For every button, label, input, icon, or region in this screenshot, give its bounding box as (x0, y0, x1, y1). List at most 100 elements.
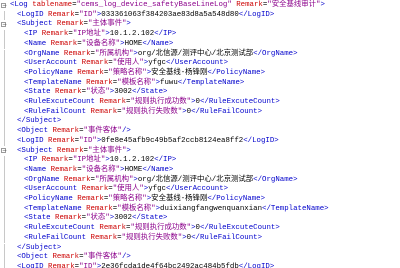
fold-guide-line (4, 68, 5, 79)
xml-tag: <RuleFailCount (24, 233, 91, 242)
xml-tag: </OrgName> (253, 49, 298, 58)
xml-tag: </LogID> (238, 10, 275, 19)
code-text[interactable]: <TemplateName Remark="模板名称">duixiangfang… (24, 205, 329, 215)
code-text[interactable]: <Log tablename="cems_log_device_safetyBa… (10, 1, 325, 11)
code-text[interactable]: <State Remark="状态">3002</State> (24, 214, 167, 224)
xml-attribute-value: "设备名称" (81, 165, 121, 174)
fold-gutter (0, 107, 9, 118)
xml-text: yfgc (148, 185, 166, 194)
xml-tag: <Subject (17, 20, 57, 29)
code-text[interactable]: <LogID Remark="ID">0fe8e45afb9c49b5af2cc… (17, 137, 279, 147)
code-text[interactable]: <IP Remark="IP地址">10.1.2.102</IP> (24, 156, 176, 166)
code-line: <UserAccount Remark="使用人">yfgc</UserAcco… (0, 59, 400, 69)
fold-gutter (0, 214, 9, 225)
xml-attribute: Remark (99, 98, 127, 106)
code-line: <RuleFailCount Remark="规则执行失败数">0</RuleF… (0, 107, 400, 118)
xml-attribute: Remark (41, 156, 69, 165)
xml-attribute-value: "状态" (86, 214, 110, 223)
code-text[interactable]: <LogID Remark="ID">033361063f384203ae83d… (17, 11, 274, 21)
code-line: <State Remark="状态">3002</State> (0, 214, 400, 225)
xml-tag: <RuleExcuteCount (24, 224, 100, 233)
fold-guide-line (4, 39, 5, 50)
xml-attribute: tablename (32, 1, 73, 9)
code-text[interactable]: <Object Remark="事件客体"/> (17, 127, 131, 137)
code-text[interactable]: <RuleFailCount Remark="规则执行失败数">0</RuleF… (24, 108, 262, 118)
code-line: <TemplateName Remark="模板名称">duixiangfang… (0, 204, 400, 215)
code-text[interactable]: <Subject Remark="主体事件"> (17, 20, 131, 30)
collapse-toggle-icon[interactable]: − (1, 21, 7, 27)
xml-attribute: Remark (48, 10, 75, 19)
code-text[interactable]: <Subject Remark="主体事件"> (17, 147, 131, 157)
fold-gutter (0, 30, 9, 40)
xml-tag: <IP (24, 156, 42, 165)
code-text[interactable]: <LogID Remark="ID">2e36fcda1de4f64bc2492… (17, 263, 274, 268)
xml-attribute-value: "所属机构" (94, 175, 134, 184)
code-text[interactable]: <Name Remark="设备名称">HOME</Name> (24, 166, 173, 176)
fold-guide-line (4, 98, 5, 108)
xml-attribute: Remark (90, 233, 118, 242)
fold-guide-line (4, 233, 5, 244)
code-line: <IP Remark="IP地址">10.1.2.102</IP> (0, 156, 400, 166)
fold-gutter (0, 127, 9, 137)
code-text[interactable]: </Subject> (17, 117, 61, 127)
xml-attribute: Remark (52, 127, 80, 136)
xml-tag: </State> (131, 214, 168, 223)
code-text[interactable]: <OrgName Remark="所属机构">org/北信源/测评中心/北京测试… (24, 50, 298, 60)
xml-text: org/北信源/测评中心/北京测试部 (137, 175, 254, 184)
code-text[interactable]: <State Remark="状态">3002</State> (24, 88, 167, 98)
xml-attribute-value: "策略名称" (108, 68, 147, 77)
code-text[interactable]: <OrgName Remark="所属机构">org/北信源/测评中心/北京测试… (24, 176, 298, 186)
xml-attribute: Remark (90, 107, 118, 116)
code-line: <RuleExcuteCount Remark="规则执行成功数">0</Rul… (0, 98, 400, 108)
code-text[interactable]: <PolicyName Remark="策略名称">安全基线-杨锋刚</Poli… (24, 195, 265, 205)
collapse-toggle-icon[interactable]: − (1, 148, 7, 154)
code-line: <LogID Remark="ID">2e36fcda1de4f64bc2492… (0, 262, 400, 268)
code-text[interactable]: <UserAccount Remark="使用人">yfgc</UserAcco… (24, 185, 228, 195)
code-line: </Subject> (0, 243, 400, 254)
fold-guide-line (4, 185, 5, 195)
fold-gutter: − (0, 20, 9, 30)
xml-attribute: Remark (86, 204, 113, 213)
code-text[interactable]: </Subject> (17, 244, 61, 254)
xml-attribute: Remark (48, 262, 75, 268)
fold-guide-line (4, 243, 5, 254)
fold-guide-line (4, 195, 5, 205)
xml-tag: /> (121, 127, 131, 136)
xml-tag: </PolicyName> (207, 195, 266, 203)
xml-tag: > (126, 20, 131, 29)
code-text[interactable]: <IP Remark="IP地址">10.1.2.102</IP> (24, 30, 176, 40)
xml-tag: > (320, 1, 325, 9)
fold-gutter: − (0, 147, 9, 157)
xml-attribute: Remark (48, 136, 75, 145)
code-line: <TemplateName Remark="模板名称">fuwu</Templa… (0, 78, 400, 89)
code-text[interactable]: <Object Remark="事件客体"/> (17, 253, 131, 263)
xml-tag: <Object (17, 127, 53, 136)
code-text[interactable]: <Name Remark="设备名称">HOME</Name> (24, 40, 173, 50)
fold-gutter (0, 156, 9, 166)
xml-editor[interactable]: − <Log tablename="cems_log_device_safetyB… (0, 0, 400, 268)
collapse-toggle-icon[interactable]: − (1, 2, 7, 8)
xml-tag: <OrgName (24, 175, 64, 184)
xml-tag: <State (24, 214, 56, 223)
xml-attribute-value: "策略名称" (108, 195, 147, 203)
fold-guide-line (4, 78, 5, 89)
code-text[interactable]: <RuleFailCount Remark="规则执行失败数">0</RuleF… (24, 234, 262, 244)
xml-tag: </LogID> (238, 262, 275, 268)
code-text[interactable]: <TemplateName Remark="模板名称">fuwu</Templa… (24, 79, 244, 89)
code-line: − <Subject Remark="主体事件"> (0, 147, 400, 157)
xml-attribute-value: "ID" (79, 262, 97, 268)
xml-attribute: Remark (41, 30, 69, 39)
xml-attribute-value: "模板名称" (117, 78, 156, 87)
xml-tag: </PolicyName> (207, 68, 266, 77)
xml-text: 0fe8e45afb9c49b5af2ccb8124ea8ff2 (101, 136, 244, 145)
xml-attribute-value: "IP地址" (72, 30, 106, 39)
code-text[interactable]: <RuleExcuteCount Remark="规则执行成功数">0</Rul… (24, 224, 280, 234)
code-text[interactable]: <PolicyName Remark="策略名称">安全基线-杨锋刚</Poli… (24, 69, 265, 79)
xml-tag: <UserAccount (24, 185, 82, 194)
fold-gutter (0, 88, 9, 98)
xml-tag: <Object (17, 253, 53, 262)
code-text[interactable]: <UserAccount Remark="使用人">yfgc</UserAcco… (24, 59, 228, 69)
code-text[interactable]: <RuleExcuteCount Remark="规则执行成功数">0</Rul… (24, 98, 280, 108)
xml-tag: </TemplateName> (177, 78, 245, 87)
fold-guide-line (4, 30, 5, 40)
